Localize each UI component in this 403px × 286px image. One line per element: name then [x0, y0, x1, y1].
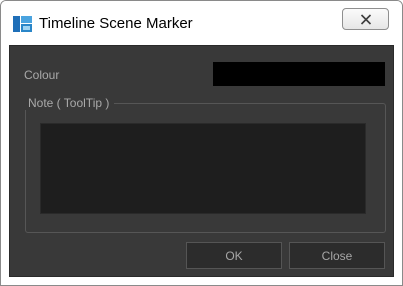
- colour-label: Colour: [24, 68, 60, 82]
- dialog-window: Timeline Scene Marker Colour Note ( Tool…: [0, 0, 403, 286]
- dialog-body: Colour Note ( ToolTip ) OK Close: [9, 45, 394, 277]
- note-label: Note ( ToolTip ): [23, 96, 115, 110]
- window-close-button[interactable]: [342, 8, 389, 30]
- window-title: Timeline Scene Marker: [39, 15, 193, 32]
- title-bar[interactable]: Timeline Scene Marker: [1, 1, 402, 45]
- close-button[interactable]: Close: [289, 242, 385, 269]
- ok-button[interactable]: OK: [186, 242, 282, 269]
- note-textarea[interactable]: [40, 123, 366, 214]
- timeline-app-icon: [13, 15, 33, 33]
- close-x-icon: [360, 14, 372, 25]
- colour-swatch[interactable]: [213, 62, 385, 86]
